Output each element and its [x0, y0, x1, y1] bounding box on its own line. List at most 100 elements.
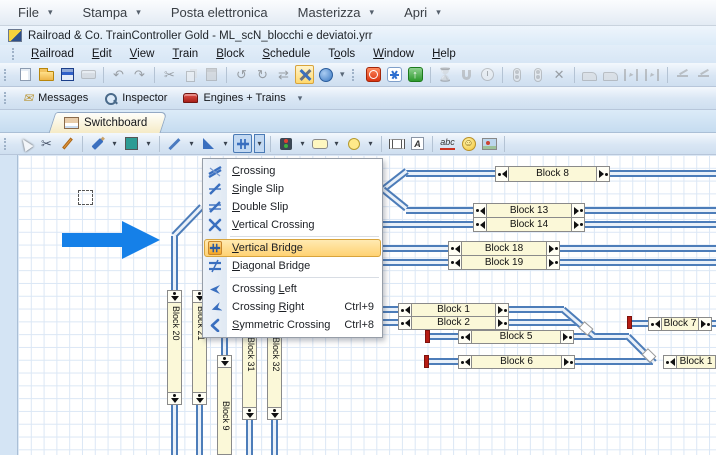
- undo-button[interactable]: ↶: [109, 65, 128, 84]
- magnet-button[interactable]: [457, 65, 476, 84]
- toolbar-overflow-button[interactable]: ▾: [337, 69, 348, 80]
- menu-item-crossing-left[interactable]: Crossing Left: [203, 280, 382, 298]
- toolbar-grip[interactable]: [4, 138, 8, 150]
- menu-item-vertical-crossing[interactable]: Vertical Crossing: [203, 216, 382, 234]
- track-segment[interactable]: [383, 306, 398, 313]
- block-31[interactable]: Block 31: [242, 333, 257, 420]
- menu-train[interactable]: Train: [163, 47, 207, 61]
- outer-menu-posta[interactable]: Posta elettronica: [171, 5, 268, 20]
- delay-button[interactable]: ⌛: [436, 65, 455, 84]
- paint-tool[interactable]: [88, 134, 107, 153]
- pencil-tool[interactable]: [58, 134, 77, 153]
- track-segment[interactable]: [430, 333, 458, 340]
- emergency-stop-button[interactable]: [364, 65, 383, 84]
- block-truncated[interactable]: Block 1: [663, 355, 716, 369]
- block-9[interactable]: Block 9: [217, 355, 232, 455]
- menu-block[interactable]: Block: [207, 47, 253, 61]
- toolbar-grip[interactable]: [352, 69, 356, 81]
- block-6[interactable]: Block 6: [458, 355, 575, 369]
- save-button[interactable]: [58, 65, 77, 84]
- track-segment[interactable]: [383, 319, 398, 326]
- block-8[interactable]: Block 8: [495, 166, 610, 182]
- block-entry-button[interactable]: [622, 65, 641, 84]
- line-tool[interactable]: [165, 134, 184, 153]
- track-segment[interactable]: [574, 333, 629, 340]
- menu-item-single-slip[interactable]: Single Slip: [203, 180, 382, 198]
- outer-menu-file[interactable]: File▾: [18, 5, 52, 20]
- track-segment[interactable]: [560, 245, 716, 252]
- menu-item-crossing[interactable]: Crossing: [203, 162, 382, 180]
- copy-button[interactable]: [181, 65, 200, 84]
- switchboard-canvas[interactable]: Block 8 Block 13 Block 14 Block 18 Block…: [0, 155, 716, 455]
- track-segment[interactable]: [406, 170, 495, 177]
- track-segment[interactable]: [383, 221, 473, 228]
- signal-green-button[interactable]: [529, 65, 548, 84]
- signal-red-button[interactable]: [508, 65, 527, 84]
- block-1[interactable]: Block 1: [398, 303, 509, 317]
- toolbar-grip[interactable]: [4, 92, 8, 104]
- turnout-state2-button[interactable]: [694, 65, 713, 84]
- track-segment[interactable]: [632, 320, 648, 327]
- track-segment-vertical[interactable]: [171, 405, 178, 455]
- stop-marker[interactable]: [424, 355, 429, 368]
- engines-trains-button[interactable]: Engines + Trains: [176, 90, 292, 106]
- go-button[interactable]: ↑: [406, 65, 425, 84]
- new-file-button[interactable]: [16, 65, 35, 84]
- turnout-tool[interactable]: [199, 134, 218, 153]
- crossing-tool-dropdown[interactable]: ▾: [254, 134, 265, 153]
- menu-view[interactable]: View: [121, 47, 164, 61]
- menu-schedule[interactable]: Schedule: [253, 47, 319, 61]
- track-segment[interactable]: [383, 259, 448, 266]
- menu-item-double-slip[interactable]: Double Slip: [203, 198, 382, 216]
- track-segment-vertical[interactable]: [271, 420, 278, 455]
- line-tool-dropdown[interactable]: ▾: [186, 134, 197, 153]
- color-swatch-button[interactable]: [122, 134, 141, 153]
- block-5[interactable]: Block 5: [458, 330, 574, 344]
- track-segment-vertical[interactable]: [196, 405, 203, 455]
- outer-menu-apri[interactable]: Apri▾: [404, 5, 441, 20]
- inspector-button[interactable]: Inspector: [97, 90, 174, 107]
- track-segment-vertical[interactable]: [246, 420, 253, 455]
- track-segment[interactable]: [712, 320, 716, 327]
- block-14[interactable]: Block 14: [473, 217, 585, 232]
- track-segment[interactable]: [383, 245, 448, 252]
- label-tool[interactable]: [438, 134, 457, 153]
- track-segment[interactable]: [575, 358, 653, 365]
- select-tool[interactable]: [16, 134, 35, 153]
- track-segment[interactable]: [509, 306, 564, 313]
- symbol-tool[interactable]: ☺: [459, 134, 478, 153]
- stop-marker[interactable]: [425, 330, 430, 343]
- rotate-left-button[interactable]: ↺: [232, 65, 251, 84]
- freeze-button[interactable]: [385, 65, 404, 84]
- track-segment[interactable]: [610, 170, 716, 177]
- crossing-tool[interactable]: [233, 134, 252, 153]
- block-tool[interactable]: [310, 134, 329, 153]
- paint-tool-dropdown[interactable]: ▾: [109, 134, 120, 153]
- text-tool[interactable]: [408, 134, 427, 153]
- block-20[interactable]: Block 20: [167, 290, 182, 405]
- print-button[interactable]: [79, 65, 98, 84]
- track-segment-vertical[interactable]: [171, 236, 178, 290]
- track-segment[interactable]: [585, 221, 716, 228]
- block-tool-dropdown[interactable]: ▾: [331, 134, 342, 153]
- assign-train-button[interactable]: [601, 65, 620, 84]
- menu-railroad[interactable]: Railroad: [22, 47, 83, 61]
- signal-tool[interactable]: [276, 134, 295, 153]
- menu-help[interactable]: Help: [423, 47, 465, 61]
- stop-marker[interactable]: [627, 316, 632, 329]
- paste-button[interactable]: [202, 65, 221, 84]
- block-18[interactable]: Block 18: [448, 241, 560, 256]
- rotate-right-button[interactable]: ↻: [253, 65, 272, 84]
- toolbar-overflow-button[interactable]: ▾: [295, 93, 306, 104]
- toolbar-grip[interactable]: [4, 69, 8, 81]
- menu-tools[interactable]: Tools: [319, 47, 364, 61]
- track-segment[interactable]: [429, 358, 458, 365]
- title-bar[interactable]: Railroad & Co. TrainController Gold - ML…: [0, 26, 716, 45]
- indicator-tool[interactable]: [344, 134, 363, 153]
- toolbar-grip[interactable]: [12, 48, 16, 60]
- menu-edit[interactable]: Edit: [83, 47, 121, 61]
- flip-button[interactable]: ⇄: [274, 65, 293, 84]
- block-7[interactable]: Block 7: [648, 317, 712, 331]
- indicator-tool-dropdown[interactable]: ▾: [365, 134, 376, 153]
- remove-train-button[interactable]: [580, 65, 599, 84]
